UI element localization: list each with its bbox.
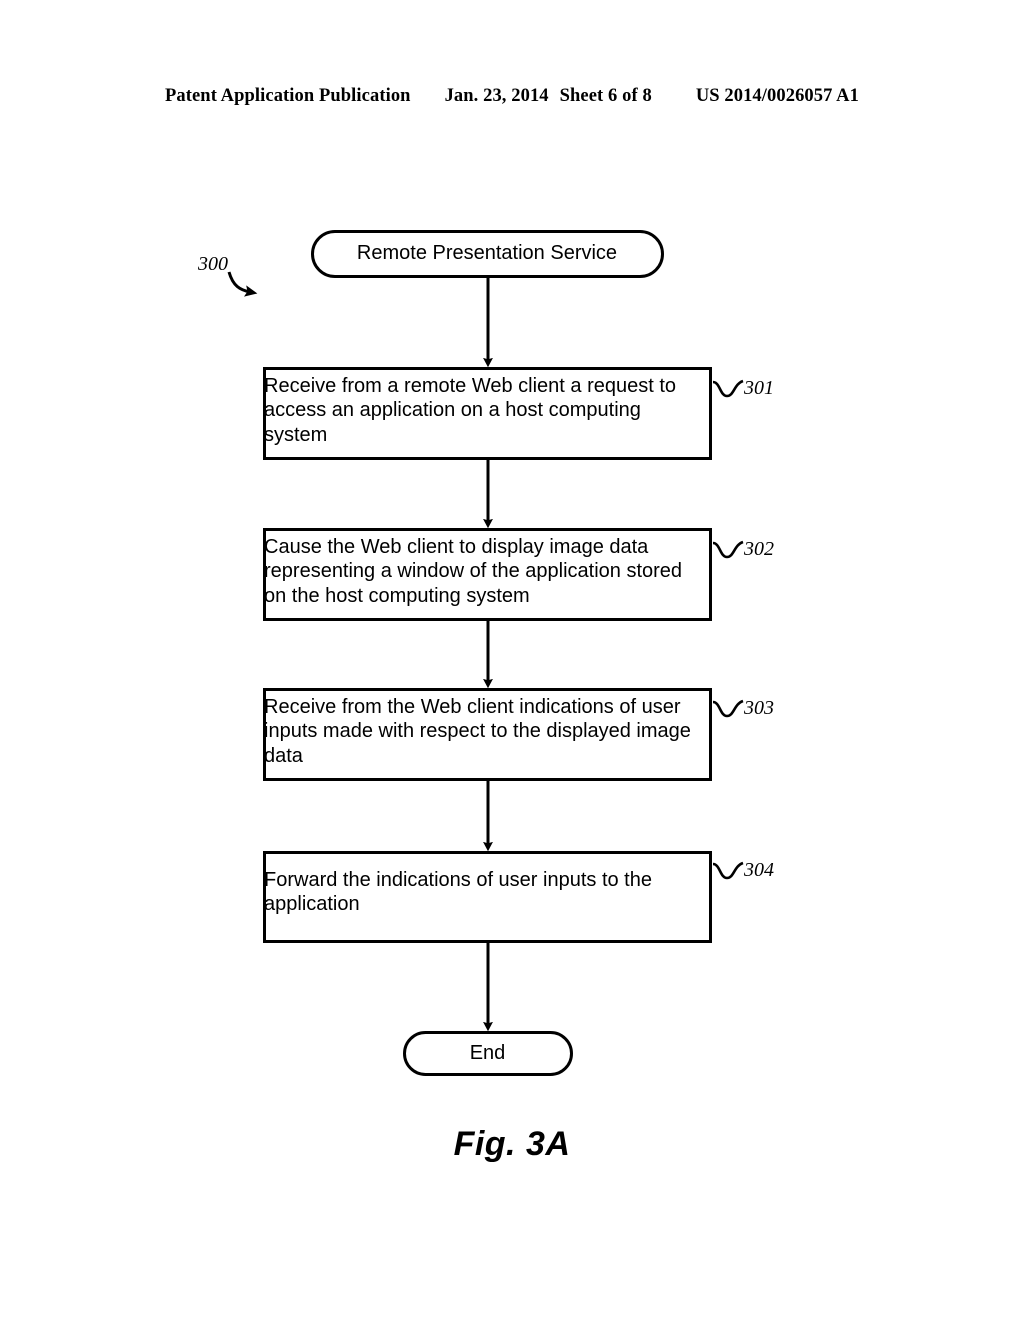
start-node-label: Remote Presentation Service: [356, 242, 618, 264]
leader-line-302: [712, 540, 744, 559]
leader-line-304: [712, 861, 744, 880]
step-text-302: Cause the Web client to display image da…: [264, 536, 688, 607]
step-ref-301: 301: [744, 377, 774, 399]
step-text-304: Forward the indications of user inputs t…: [264, 869, 658, 916]
step-text-301: Receive from a remote Web client a reque…: [264, 375, 682, 446]
leader-line-303: [712, 699, 744, 718]
step-ref-302: 302: [744, 538, 774, 560]
step-ref-303: 303: [744, 697, 774, 719]
end-node-label: End: [469, 1042, 506, 1064]
figure-caption: Fig. 3A: [453, 1125, 571, 1163]
flowchart-diagram: [227, 230, 744, 1076]
reference-label-300: 300: [198, 253, 228, 275]
reference-pointer-300: [227, 271, 258, 297]
leader-line-301: [712, 379, 744, 398]
step-text-303: Receive from the Web client indications …: [264, 696, 697, 767]
step-ref-304: 304: [744, 859, 774, 881]
